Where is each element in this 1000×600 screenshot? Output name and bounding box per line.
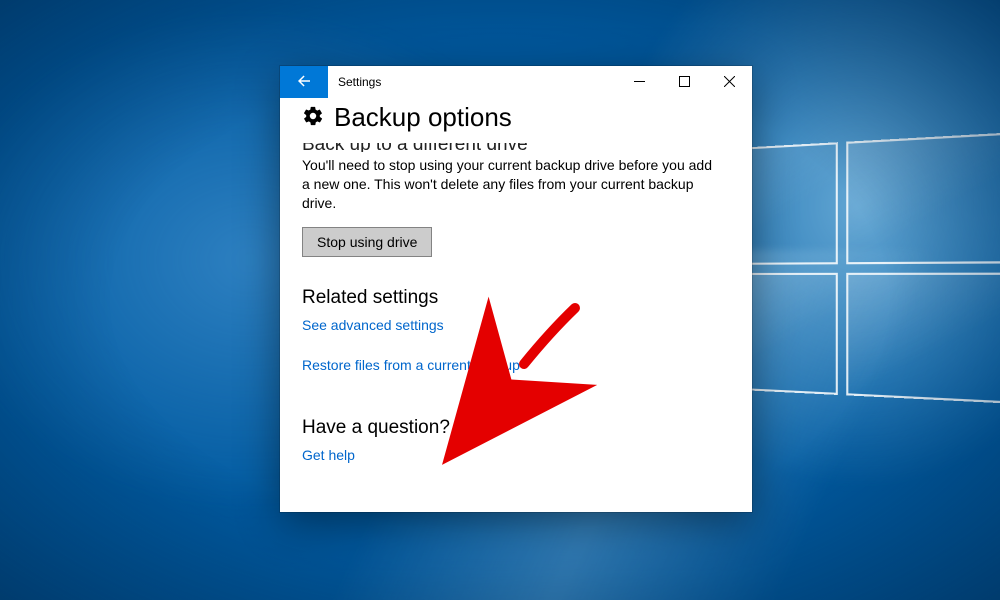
close-button[interactable] (707, 66, 752, 98)
arrow-left-icon (295, 72, 313, 93)
link-see-advanced-settings[interactable]: See advanced settings (302, 317, 444, 333)
minimize-button[interactable] (617, 66, 662, 98)
page-title: Backup options (334, 102, 512, 133)
link-restore-files[interactable]: Restore files from a current backup (302, 357, 520, 373)
page-header: Backup options (280, 98, 752, 143)
minimize-icon (634, 74, 645, 90)
titlebar[interactable]: Settings (280, 66, 752, 98)
gear-icon (302, 105, 324, 130)
section-heading-backup-drive: Back up to a different drive (302, 143, 730, 152)
close-icon (724, 74, 735, 90)
stop-using-drive-button[interactable]: Stop using drive (302, 227, 432, 257)
settings-window: Settings Backup options Back up to a dif… (280, 66, 752, 512)
section-heading-related: Related settings (302, 287, 730, 309)
maximize-button[interactable] (662, 66, 707, 98)
section-heading-help: Have a question? (302, 417, 730, 439)
maximize-icon (679, 74, 690, 90)
content-area: Back up to a different drive You'll need… (280, 143, 752, 499)
link-get-help[interactable]: Get help (302, 447, 355, 463)
window-title: Settings (328, 66, 617, 98)
backup-drive-description: You'll need to stop using your current b… (302, 156, 712, 213)
back-button[interactable] (280, 66, 328, 98)
